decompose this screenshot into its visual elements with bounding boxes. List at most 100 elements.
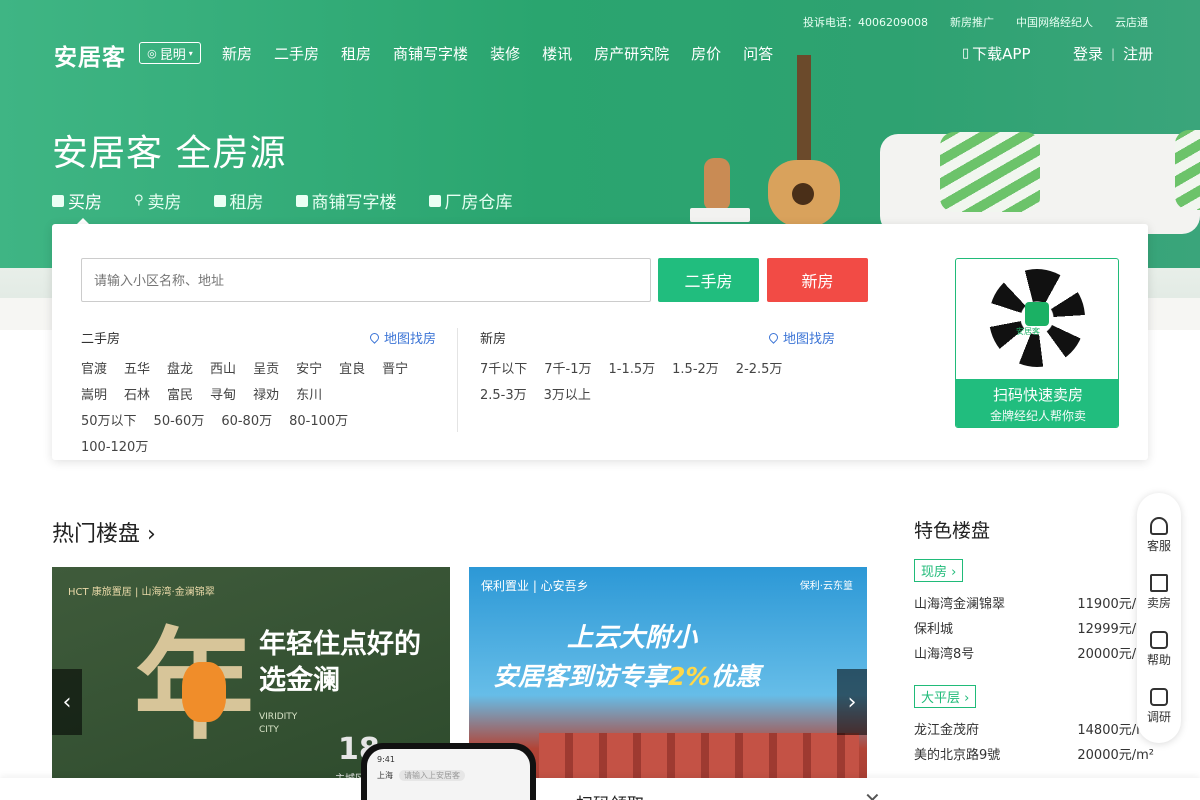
- search-new-button[interactable]: 新房: [767, 258, 868, 302]
- register-link[interactable]: 注册: [1123, 43, 1153, 64]
- qr-card-footer: 扫码快速卖房 金牌经纪人帮你卖: [956, 379, 1118, 427]
- area-link[interactable]: 西山: [210, 357, 236, 383]
- city-selector[interactable]: ◎ 昆明 ▾: [139, 42, 201, 64]
- phone-mockup: 9:41 上海 请输入上安居客: [361, 743, 536, 800]
- banner1-viridity: VIRIDITY: [259, 712, 298, 722]
- qr-card-title: 扫码快速卖房: [992, 386, 1083, 404]
- site-logo[interactable]: 安居客: [54, 38, 126, 72]
- store-link[interactable]: 云店通: [1115, 14, 1148, 30]
- key-icon: ⚲: [134, 193, 144, 208]
- nav-item-decoration[interactable]: 装修: [490, 43, 520, 64]
- feature-row[interactable]: 保利城 12999元/m²: [914, 617, 1154, 642]
- area-link[interactable]: 嵩明: [81, 383, 107, 409]
- feature-group-ready: 现房 › 山海湾金澜锦翠 11900元/m² 保利城 12999元/m² 山海湾…: [914, 559, 1154, 667]
- phone-search: 请输入上安居客: [399, 770, 465, 781]
- area-link[interactable]: 禄劝: [253, 383, 279, 409]
- feature-row[interactable]: 美的北京路9號 20000元/m²: [914, 743, 1154, 768]
- area-link[interactable]: 呈贡: [253, 357, 279, 383]
- float-sell-label: 卖房: [1146, 596, 1171, 610]
- qr-sell-card[interactable]: 安居客 扫码快速卖房 金牌经纪人帮你卖: [955, 258, 1119, 428]
- price-link[interactable]: 100-120万: [81, 435, 148, 461]
- tab-factory[interactable]: 厂房仓库: [428, 188, 513, 213]
- chevron-down-icon: ▾: [188, 48, 193, 58]
- price-link[interactable]: 2.5-3万: [480, 383, 527, 409]
- nav-item-second-hand[interactable]: 二手房: [274, 43, 319, 64]
- search-second-hand-button[interactable]: 二手房: [658, 258, 759, 302]
- tab-rent[interactable]: 租房: [213, 188, 264, 213]
- area-link[interactable]: 五华: [124, 357, 150, 383]
- feature-row[interactable]: 山海湾8号 20000元/m²: [914, 642, 1154, 667]
- feature-tag-flat[interactable]: 大平层 ›: [914, 685, 977, 708]
- area-link[interactable]: 宜良: [339, 357, 365, 383]
- nav-item-research[interactable]: 房产研究院: [594, 43, 669, 64]
- agent-link[interactable]: 中国网络经纪人: [1016, 14, 1093, 30]
- pillow-decoration-right: [1175, 130, 1200, 210]
- float-help[interactable]: 帮助: [1137, 631, 1181, 668]
- feature-tag-ready[interactable]: 现房 ›: [914, 559, 964, 582]
- price-link[interactable]: 60-80万: [221, 409, 272, 435]
- area-link[interactable]: 石林: [124, 383, 150, 409]
- price-link[interactable]: 3万以上: [544, 383, 591, 409]
- banner2-headline1: 上云大附小: [567, 623, 698, 653]
- nav-item-qa[interactable]: 问答: [743, 43, 773, 64]
- qr-card-subtitle: 金牌经纪人帮你卖: [989, 409, 1086, 423]
- hot-properties-title[interactable]: 热门楼盘 ›: [52, 516, 156, 548]
- price-link[interactable]: 50-60万: [154, 409, 205, 435]
- rent-icon: [213, 194, 226, 207]
- area-link[interactable]: 寻甸: [210, 383, 236, 409]
- promo-link[interactable]: 新房推广: [950, 14, 994, 30]
- carousel-prev-button[interactable]: ‹: [52, 669, 82, 735]
- float-sell[interactable]: 卖房: [1137, 574, 1181, 611]
- banner1-city: CITY: [259, 725, 279, 735]
- tab-sell[interactable]: ⚲ 卖房: [134, 188, 182, 213]
- area-link[interactable]: 东川: [296, 383, 322, 409]
- help-icon: [1150, 631, 1168, 649]
- login-link[interactable]: 登录: [1073, 43, 1103, 64]
- phone-city: 上海: [377, 771, 393, 780]
- auth-links: 登录 | 注册: [1073, 43, 1153, 64]
- stool-decoration: [690, 208, 750, 222]
- price-link[interactable]: 1.5-2万: [672, 357, 719, 383]
- tab-rent-label: 租房: [229, 193, 264, 213]
- download-label: 下载APP: [972, 45, 1031, 63]
- area-link[interactable]: 盘龙: [167, 357, 193, 383]
- shop-icon: [295, 194, 308, 207]
- main-nav: 新房 二手房 租房 商铺写字楼 装修 楼讯 房产研究院 房价 问答: [222, 43, 795, 64]
- new-house-map-link[interactable]: 地图找房: [767, 328, 835, 347]
- close-icon[interactable]: ✕: [864, 788, 881, 800]
- float-survey[interactable]: 调研: [1137, 688, 1181, 725]
- nav-item-rent[interactable]: 租房: [341, 43, 371, 64]
- download-app-link[interactable]: ▯ 下载APP: [962, 43, 1031, 64]
- feature-name: 美的北京路9號: [914, 748, 1001, 763]
- map-pin-icon: [767, 331, 780, 344]
- feature-row[interactable]: 龙江金茂府 14800元/m²: [914, 718, 1154, 743]
- banner1-headline: 年轻住点好的 选金澜: [259, 627, 421, 699]
- banner2-discount: 2%: [668, 662, 711, 691]
- area-link[interactable]: 官渡: [81, 357, 107, 383]
- second-hand-map-link[interactable]: 地图找房: [368, 328, 436, 347]
- area-link[interactable]: 晋宁: [382, 357, 408, 383]
- price-link[interactable]: 50万以下: [81, 409, 137, 435]
- nav-item-new[interactable]: 新房: [222, 43, 252, 64]
- carousel-next-button[interactable]: ›: [837, 669, 867, 735]
- banner2-headline2-b: 优惠: [710, 662, 761, 691]
- price-link[interactable]: 7千-1万: [544, 357, 591, 383]
- float-service[interactable]: 客服: [1137, 517, 1181, 554]
- area-link[interactable]: 富民: [167, 383, 193, 409]
- float-survey-label: 调研: [1146, 710, 1171, 724]
- feature-row[interactable]: 山海湾金澜锦翠 11900元/m²: [914, 592, 1154, 617]
- price-link[interactable]: 7千以下: [480, 357, 527, 383]
- nav-item-news[interactable]: 楼讯: [542, 43, 572, 64]
- price-link[interactable]: 1-1.5万: [609, 357, 656, 383]
- price-link[interactable]: 80-100万: [289, 409, 348, 435]
- map-link-label: 地图找房: [782, 332, 835, 347]
- nav-item-price[interactable]: 房价: [691, 43, 721, 64]
- price-link[interactable]: 2-2.5万: [736, 357, 783, 383]
- search-panel: 二手房 新房 二手房 地图找房 官渡 五华 盘龙 西山 呈贡 安宁 宜良 晋宁 …: [52, 224, 1148, 460]
- nav-item-commercial[interactable]: 商铺写字楼: [393, 43, 468, 64]
- tab-buy[interactable]: 买房: [52, 188, 102, 225]
- area-link[interactable]: 安宁: [296, 357, 322, 383]
- search-input[interactable]: [81, 258, 651, 302]
- mascot-icon: [182, 662, 226, 722]
- tab-commercial[interactable]: 商铺写字楼: [295, 188, 397, 213]
